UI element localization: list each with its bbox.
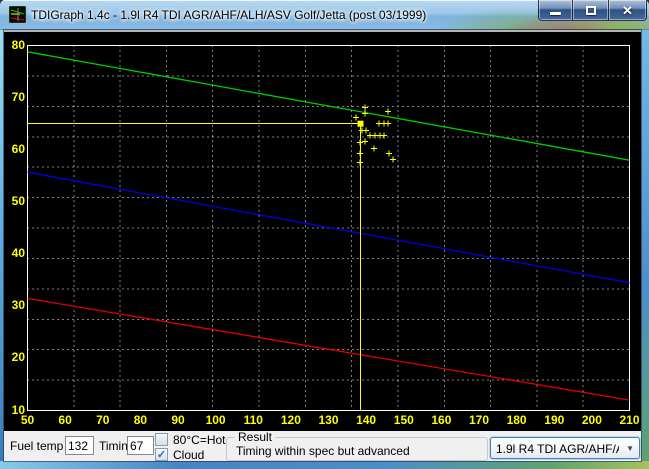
close-button[interactable]: ✕ <box>608 0 647 21</box>
x-tick-label: 110 <box>237 413 269 427</box>
x-tick-label: 200 <box>576 413 608 427</box>
hot-checkbox[interactable] <box>155 433 168 446</box>
y-tick-label: 20 <box>4 350 25 364</box>
cloud-point <box>357 159 363 165</box>
cloud-point <box>357 140 363 146</box>
caption-buttons: ✕ <box>538 0 647 21</box>
fuel-temp-label: Fuel temp <box>10 440 63 453</box>
x-tick-label: 130 <box>313 413 345 427</box>
dropdown-arrow-icon: ▼ <box>626 444 634 454</box>
window-border-right <box>641 30 649 461</box>
cloud-checkbox[interactable]: ✓ <box>155 448 168 461</box>
cloud-checkbox-mark: ✓ <box>157 449 166 461</box>
y-tick-label: 80 <box>4 38 25 52</box>
cloud-point <box>367 133 373 139</box>
cloud-point <box>381 133 387 139</box>
engine-selector-value: 1.9l R4 TDI AGR/AHF/ALH/ASV Golf/Jetta (… <box>496 442 619 456</box>
minimize-icon <box>550 12 561 15</box>
result-group-label: Result <box>235 431 275 444</box>
y-tick-label: 50 <box>4 194 25 208</box>
crosshair-marker <box>358 121 364 127</box>
x-tick-label: 100 <box>200 413 232 427</box>
cloud-point <box>357 150 363 156</box>
app-icon <box>9 6 26 23</box>
hot-checkbox-label[interactable]: 80°C=Hot <box>173 434 226 447</box>
cloud-point <box>362 110 368 116</box>
control-bar: Fuel temp Timing 80°C=Hot ✓ Cloud Result… <box>4 431 641 461</box>
window-border-bottom <box>0 461 649 469</box>
x-tick-label: 150 <box>388 413 420 427</box>
x-tick-label: 90 <box>162 413 194 427</box>
result-groupbox: Result Timing within spec but advanced <box>226 437 488 461</box>
timing-graph: 1020304050607080 50607080901001101201301… <box>4 30 641 431</box>
cloud-point <box>376 121 382 127</box>
x-tick-label: 180 <box>501 413 533 427</box>
y-tick-label: 30 <box>4 298 25 312</box>
app-window: TDIGraph 1.4c - 1.9l R4 TDI AGR/AHF/ALH/… <box>0 0 649 469</box>
close-icon: ✕ <box>622 4 633 17</box>
x-tick-label: 120 <box>275 413 307 427</box>
x-tick-label: 70 <box>87 413 119 427</box>
y-tick-label: 40 <box>4 246 25 260</box>
x-tick-label: 170 <box>463 413 495 427</box>
plot-svg <box>27 45 630 411</box>
maximize-icon <box>586 6 596 15</box>
x-tick-label: 80 <box>124 413 156 427</box>
engine-selector[interactable]: 1.9l R4 TDI AGR/AHF/ALH/ASV Golf/Jetta (… <box>490 437 640 459</box>
x-tick-label: 140 <box>350 413 382 427</box>
cloud-point <box>359 128 365 134</box>
cloud-point <box>385 109 391 115</box>
cloud-point <box>362 105 368 111</box>
cloud-point <box>353 115 359 121</box>
fuel-temp-input[interactable] <box>65 436 94 455</box>
minimize-button[interactable] <box>538 0 573 21</box>
x-tick-label: 160 <box>425 413 457 427</box>
x-tick-label: 210 <box>614 413 646 427</box>
cloud-point <box>385 121 391 127</box>
cloud-point <box>386 150 392 156</box>
x-tick-label: 50 <box>12 413 44 427</box>
cloud-checkbox-label[interactable]: Cloud <box>173 449 204 462</box>
result-text: Timing within spec but advanced <box>236 444 410 458</box>
cloud-point <box>371 146 377 152</box>
timing-input[interactable] <box>127 436 154 455</box>
client-area: 1020304050607080 50607080901001101201301… <box>4 30 641 461</box>
y-tick-label: 60 <box>4 142 25 156</box>
maximize-button[interactable] <box>573 0 608 21</box>
window-title: TDIGraph 1.4c - 1.9l R4 TDI AGR/AHF/ALH/… <box>31 8 426 22</box>
y-tick-label: 70 <box>4 90 25 104</box>
title-bar[interactable]: TDIGraph 1.4c - 1.9l R4 TDI AGR/AHF/ALH/… <box>0 0 649 30</box>
x-tick-label: 190 <box>538 413 570 427</box>
cloud-point <box>390 157 396 163</box>
cloud-point <box>362 138 368 144</box>
x-tick-label: 60 <box>49 413 81 427</box>
